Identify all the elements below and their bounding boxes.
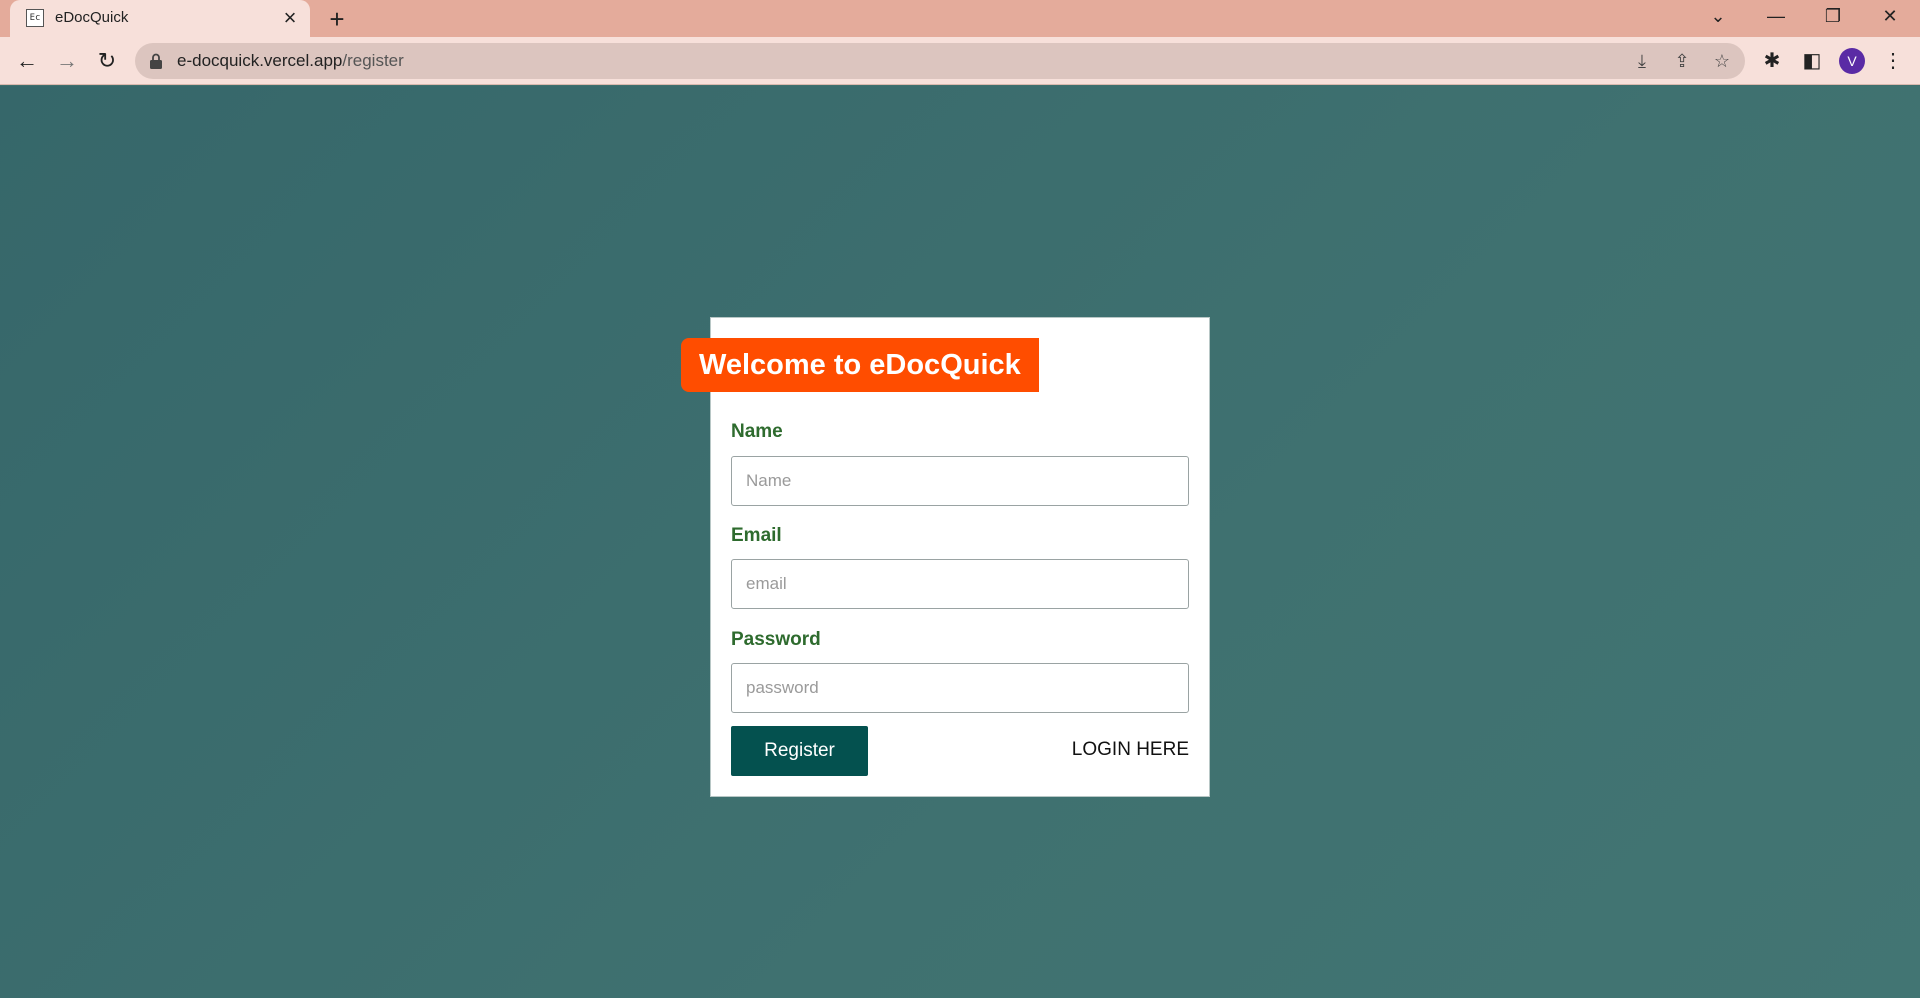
forward-arrow-icon[interactable]: → [52,46,82,76]
url-host: e-docquick.vercel.app [177,51,343,70]
tab-close-icon[interactable]: × [278,6,302,30]
extensions-puzzle-icon[interactable]: ✱ [1758,47,1786,75]
welcome-banner: Welcome to eDocQuick [681,338,1039,392]
new-tab-button[interactable]: + [322,4,352,34]
browser-toolbar: ← → ↻ e-docquick.vercel.app/register ⤓ ⇪… [0,37,1920,85]
minimize-button[interactable]: — [1748,0,1804,32]
restore-button[interactable]: ❐ [1805,0,1861,32]
password-label: Password [731,629,821,650]
install-app-icon[interactable]: ⤓ [1629,49,1655,73]
url-text: e-docquick.vercel.app/register [177,51,404,71]
reload-icon[interactable]: ↻ [92,46,122,76]
bookmark-star-icon[interactable]: ☆ [1709,49,1735,73]
favicon-icon: Ec [26,9,44,27]
address-bar[interactable]: e-docquick.vercel.app/register ⤓ ⇪ ☆ [135,43,1745,79]
close-window-button[interactable]: ✕ [1862,0,1918,32]
register-card: Welcome to eDocQuick Name Email Password… [681,317,1210,797]
lock-icon [150,53,162,69]
page-viewport: Welcome to eDocQuick Name Email Password… [0,86,1920,998]
back-arrow-icon[interactable]: ← [12,46,42,76]
side-panel-icon[interactable]: ◧ [1798,47,1826,75]
password-input[interactable] [731,663,1189,713]
tab-search-icon[interactable]: ⌄ [1690,0,1746,32]
name-input[interactable] [731,456,1189,506]
name-label: Name [731,421,783,442]
url-path: /register [342,51,404,70]
tab-title: eDocQuick [55,9,129,26]
tab-strip: Ec eDocQuick × + ⌄ — ❐ ✕ [0,0,1920,37]
email-input[interactable] [731,559,1189,609]
browser-tab[interactable]: Ec eDocQuick × [10,0,310,37]
register-button[interactable]: Register [731,726,868,776]
share-icon[interactable]: ⇪ [1669,49,1695,73]
email-label: Email [731,525,782,546]
menu-kebab-icon[interactable]: ⋮ [1879,47,1907,75]
login-here-link[interactable]: LOGIN HERE [1072,739,1189,761]
profile-avatar[interactable]: V [1839,48,1865,74]
